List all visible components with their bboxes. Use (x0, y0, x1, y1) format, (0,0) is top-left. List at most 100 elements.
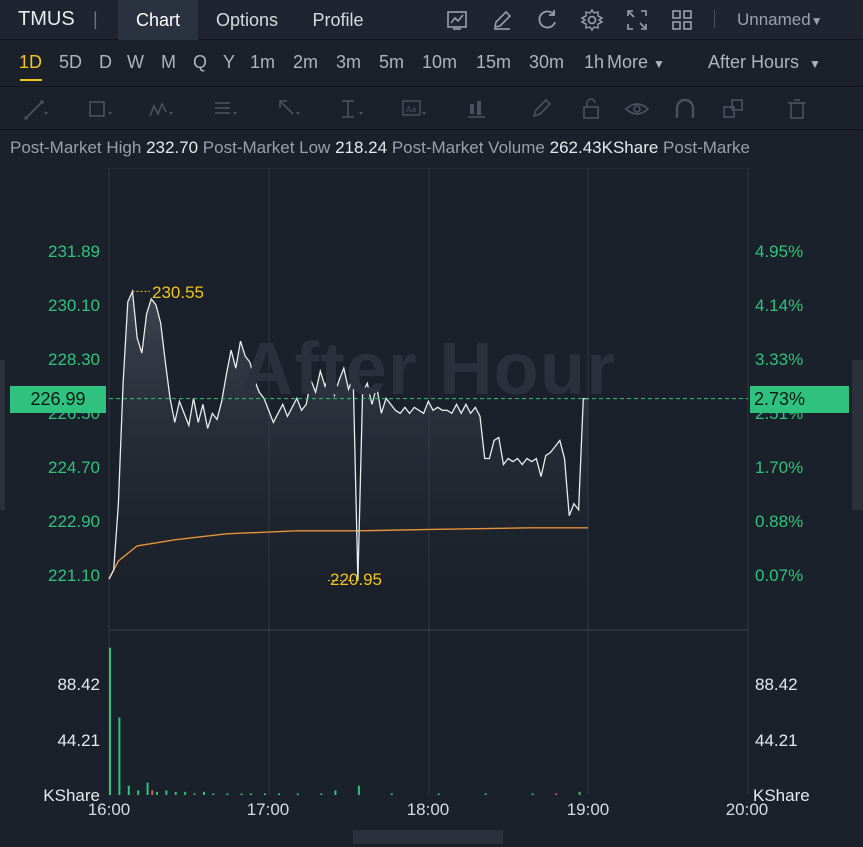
price-range-tool-icon[interactable] (338, 96, 364, 122)
period-w[interactable]: W (127, 52, 144, 73)
volume-bar (357, 785, 360, 795)
layout-grid-icon[interactable] (669, 7, 695, 33)
more-label: More (607, 52, 649, 72)
price-tick-label: 231.89 (48, 242, 100, 261)
volume-tick-label: 88.42 (755, 675, 798, 694)
caret-down-icon: ▼ (809, 57, 821, 71)
volume-bar (165, 790, 168, 795)
post-market-volume-label: Post-Market Volume (391, 138, 545, 157)
caret-down-icon: ▼ (810, 14, 823, 28)
period-30m[interactable]: 30m (529, 52, 564, 73)
period-1h[interactable]: 1h (584, 52, 604, 73)
trend-line-tool-icon[interactable] (22, 96, 48, 122)
post-market-low-label: Post-Market Low (202, 138, 331, 157)
period-10m[interactable]: 10m (422, 52, 457, 73)
volume-tick-label: 44.21 (57, 731, 100, 750)
volume-bar (118, 717, 121, 795)
current-price-badge: 226.99 (10, 386, 106, 413)
period-d[interactable]: D (99, 52, 112, 73)
time-tick-label: 19:00 (566, 800, 610, 819)
volume-bar (151, 790, 154, 795)
tab-chart[interactable]: Chart (118, 0, 198, 40)
period-1d[interactable]: 1D (19, 52, 42, 73)
volume-bar (334, 790, 337, 795)
lock-icon[interactable] (578, 96, 604, 122)
period-bar: 1D 5D D W M Q Y 1m 2m 3m 5m 10m 15m 30m … (0, 41, 863, 85)
percent-tick-label: 0.88% (755, 512, 804, 531)
right-panel-handle[interactable] (852, 360, 863, 510)
time-tick-label: 16:00 (87, 800, 131, 819)
ticker-divider: | (93, 9, 98, 29)
price-tick-label: 224.70 (48, 458, 100, 477)
volume-bar (193, 793, 196, 795)
bottom-panel-handle[interactable] (353, 830, 503, 844)
settings-gear-icon[interactable] (579, 7, 605, 33)
left-panel-handle[interactable] (0, 360, 5, 510)
volume-bar (212, 793, 215, 795)
period-3m[interactable]: 3m (336, 52, 361, 73)
volume-bar (263, 793, 266, 795)
more-periods-button[interactable]: More ▼ (607, 52, 665, 73)
rectangle-tool-icon[interactable] (87, 96, 113, 122)
volume-bar (484, 793, 487, 795)
volume-bars (109, 647, 581, 795)
visibility-eye-icon[interactable] (624, 96, 650, 122)
brush-tool-icon[interactable] (528, 96, 554, 122)
active-period-indicator (20, 79, 42, 81)
candle-tool-icon[interactable] (465, 96, 491, 122)
tab-options[interactable]: Options (204, 0, 290, 40)
text-tool-icon[interactable]: Aa (401, 96, 427, 122)
magnet-icon[interactable] (672, 96, 698, 122)
period-q[interactable]: Q (193, 52, 207, 73)
tab-profile[interactable]: Profile (300, 0, 376, 40)
period-1m[interactable]: 1m (250, 52, 275, 73)
caret-down-icon: ▼ (653, 57, 665, 71)
volume-bar (109, 647, 111, 795)
period-y[interactable]: Y (223, 52, 235, 73)
session-label: After Hours (708, 52, 800, 72)
fibonacci-tool-icon[interactable] (212, 96, 238, 122)
svg-text:Aa: Aa (406, 105, 416, 114)
volume-bar (127, 785, 130, 795)
chart-type-icon[interactable] (444, 7, 470, 33)
volume-bar (296, 793, 299, 795)
price-chart[interactable] (0, 168, 863, 830)
price-tick-label: 228.30 (48, 350, 100, 369)
clone-layers-icon[interactable] (720, 96, 746, 122)
price-tick-label: 230.10 (48, 296, 100, 315)
refresh-icon[interactable] (534, 7, 560, 33)
pattern-tool-icon[interactable] (148, 96, 174, 122)
period-5m[interactable]: 5m (379, 52, 404, 73)
volume-bar (174, 791, 177, 795)
volume-tick-label: 88.42 (57, 675, 100, 694)
period-15m[interactable]: 15m (476, 52, 511, 73)
post-market-trailing-label: Post-Marke (663, 138, 750, 157)
percent-tick-label: 0.07% (755, 566, 804, 585)
workspace-select[interactable]: Unnamed▼ (737, 10, 823, 30)
volume-bar (555, 793, 558, 795)
current-percent-badge: 2.73% (750, 386, 849, 413)
period-m[interactable]: M (161, 52, 176, 73)
volume-bar (146, 782, 149, 795)
ticker-symbol[interactable]: TMUS (18, 8, 75, 31)
session-low-marker: 220.95 (330, 570, 382, 589)
volume-bar (390, 793, 393, 795)
toolbar-divider (714, 10, 715, 28)
period-2m[interactable]: 2m (293, 52, 318, 73)
edit-icon[interactable] (489, 7, 515, 33)
fullscreen-icon[interactable] (624, 7, 650, 33)
volume-bar (226, 793, 229, 795)
volume-bar (184, 791, 187, 795)
session-select[interactable]: After Hours ▼ (708, 52, 821, 73)
arrow-tool-icon[interactable] (275, 96, 301, 122)
post-market-volume-value: 262.43KShare (549, 138, 659, 157)
drawing-toolbar: Aa (0, 86, 863, 130)
trash-icon[interactable] (784, 96, 810, 122)
session-high-marker: 230.55 (152, 283, 204, 302)
percent-tick-label: 4.14% (755, 296, 804, 315)
percent-tick-label: 4.95% (755, 242, 804, 261)
period-5d[interactable]: 5D (59, 52, 82, 73)
workspace-name: Unnamed (737, 10, 811, 29)
post-market-high-label: Post-Market High (10, 138, 142, 157)
post-market-stats: Post-Market High 232.70 Post-Market Low … (10, 138, 855, 158)
